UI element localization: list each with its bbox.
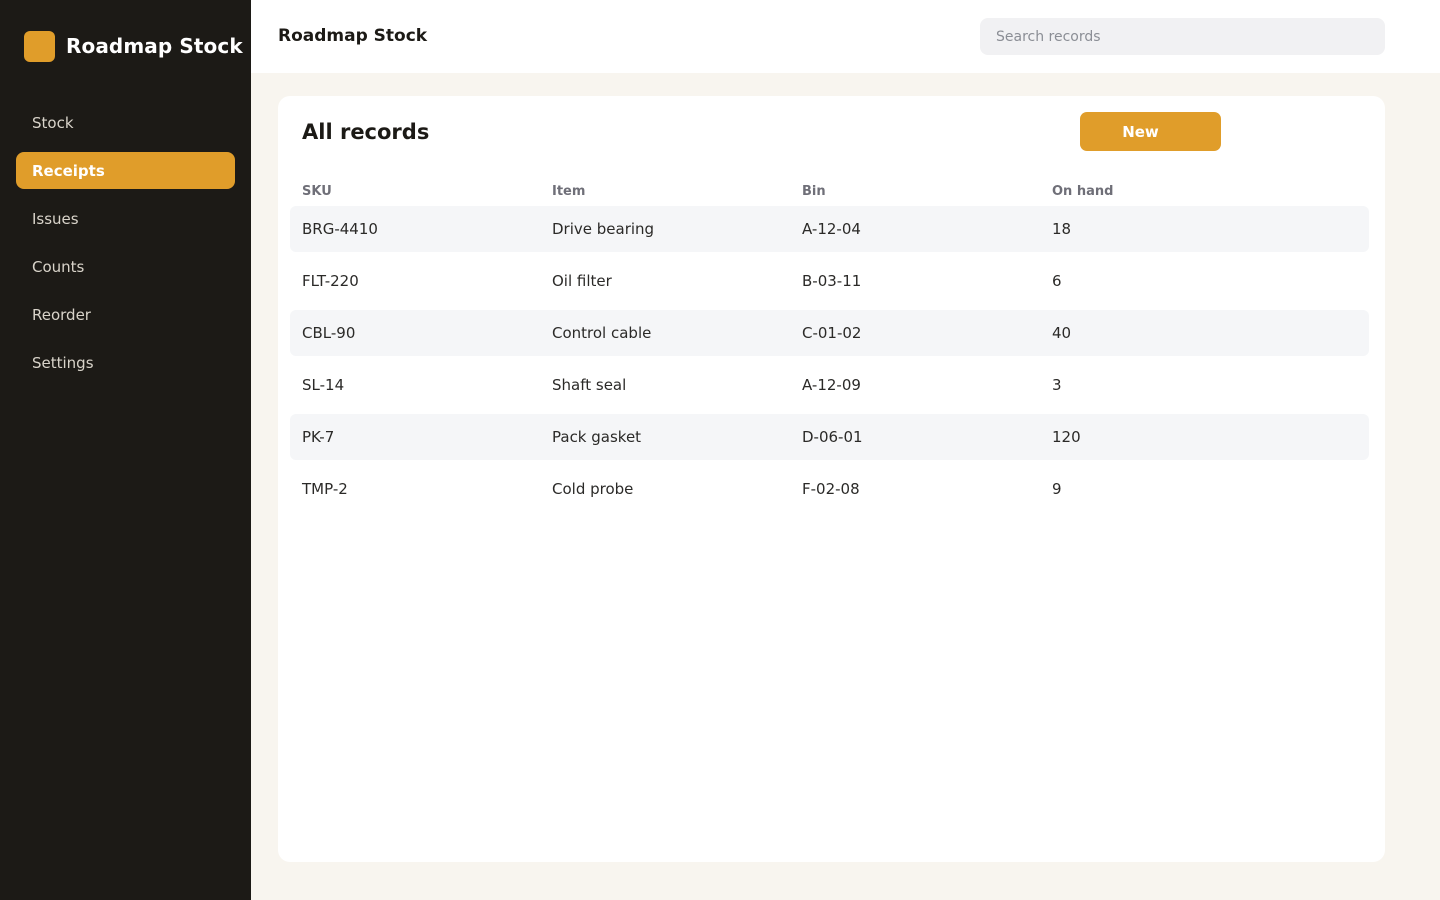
brand[interactable]: Roadmap Stock [24, 28, 243, 64]
cell-sku: PK-7 [302, 428, 335, 446]
sidebar-item-label: Counts [32, 257, 85, 276]
sidebar-item-receipts[interactable]: Receipts [16, 152, 235, 189]
sidebar-item-counts[interactable]: Counts [16, 248, 235, 285]
app-root: Roadmap Stock Stock Receipts Issues Coun… [0, 0, 1440, 900]
column-header-on-hand[interactable]: On hand [1040, 184, 1369, 199]
cell-sku: FLT-220 [302, 272, 359, 290]
table-row[interactable]: FLT-220 Oil filter B-03-11 6 [290, 258, 1369, 304]
cell-bin: D-06-01 [802, 428, 863, 446]
table-row[interactable]: BRG-4410 Drive bearing A-12-04 18 [290, 206, 1369, 252]
sidebar: Roadmap Stock Stock Receipts Issues Coun… [0, 0, 251, 900]
cell-bin: A-12-04 [802, 220, 861, 238]
topbar: Roadmap Stock [251, 0, 1440, 73]
table-header: SKU Item Bin On hand [290, 176, 1369, 206]
brand-name: Roadmap Stock [66, 34, 243, 58]
cell-sku: CBL-90 [302, 324, 356, 342]
sidebar-item-label: Settings [32, 353, 94, 372]
sidebar-item-label: Issues [32, 209, 79, 228]
cell-sku: TMP-2 [302, 480, 348, 498]
cell-bin: A-12-09 [802, 376, 861, 394]
search-input[interactable] [980, 18, 1385, 55]
section-title: All records [302, 120, 430, 144]
sidebar-nav: Stock Receipts Issues Counts Reorder Set… [16, 104, 235, 392]
cell-item: Drive bearing [552, 220, 655, 238]
cell-item: Oil filter [552, 272, 612, 290]
cell-sku: SL-14 [302, 376, 345, 394]
table-row[interactable]: CBL-90 Control cable C-01-02 40 [290, 310, 1369, 356]
page-title: Roadmap Stock [278, 26, 428, 46]
new-button[interactable]: New [1080, 112, 1221, 151]
column-header-item[interactable]: Item [540, 184, 790, 199]
cell-item: Cold probe [552, 480, 634, 498]
cell-on-hand: 6 [1052, 272, 1062, 290]
table-row[interactable]: TMP-2 Cold probe F-02-08 9 [290, 466, 1369, 512]
cell-on-hand: 3 [1052, 376, 1062, 394]
cell-item: Control cable [552, 324, 652, 342]
records-table: SKU Item Bin On hand BRG-4410 Drive bear… [290, 176, 1369, 518]
cell-on-hand: 9 [1052, 480, 1062, 498]
cell-on-hand: 40 [1052, 324, 1072, 342]
sidebar-item-label: Stock [32, 113, 74, 132]
sidebar-item-label: Receipts [32, 161, 105, 180]
cell-sku: BRG-4410 [302, 220, 378, 238]
records-card: All records New SKU Item Bin On hand BRG… [278, 96, 1385, 862]
cell-on-hand: 120 [1052, 428, 1081, 446]
column-header-bin[interactable]: Bin [790, 184, 1040, 199]
sidebar-item-label: Reorder [32, 305, 91, 324]
sidebar-item-stock[interactable]: Stock [16, 104, 235, 141]
sidebar-item-issues[interactable]: Issues [16, 200, 235, 237]
table-row[interactable]: SL-14 Shaft seal A-12-09 3 [290, 362, 1369, 408]
table-row[interactable]: PK-7 Pack gasket D-06-01 120 [290, 414, 1369, 460]
cell-on-hand: 18 [1052, 220, 1072, 238]
column-header-sku[interactable]: SKU [290, 184, 540, 199]
sidebar-item-settings[interactable]: Settings [16, 344, 235, 381]
cell-bin: B-03-11 [802, 272, 862, 290]
cell-bin: C-01-02 [802, 324, 862, 342]
brand-logo-icon [24, 30, 55, 62]
cell-bin: F-02-08 [802, 480, 860, 498]
sidebar-item-reorder[interactable]: Reorder [16, 296, 235, 333]
cell-item: Shaft seal [552, 376, 627, 394]
cell-item: Pack gasket [552, 428, 642, 446]
